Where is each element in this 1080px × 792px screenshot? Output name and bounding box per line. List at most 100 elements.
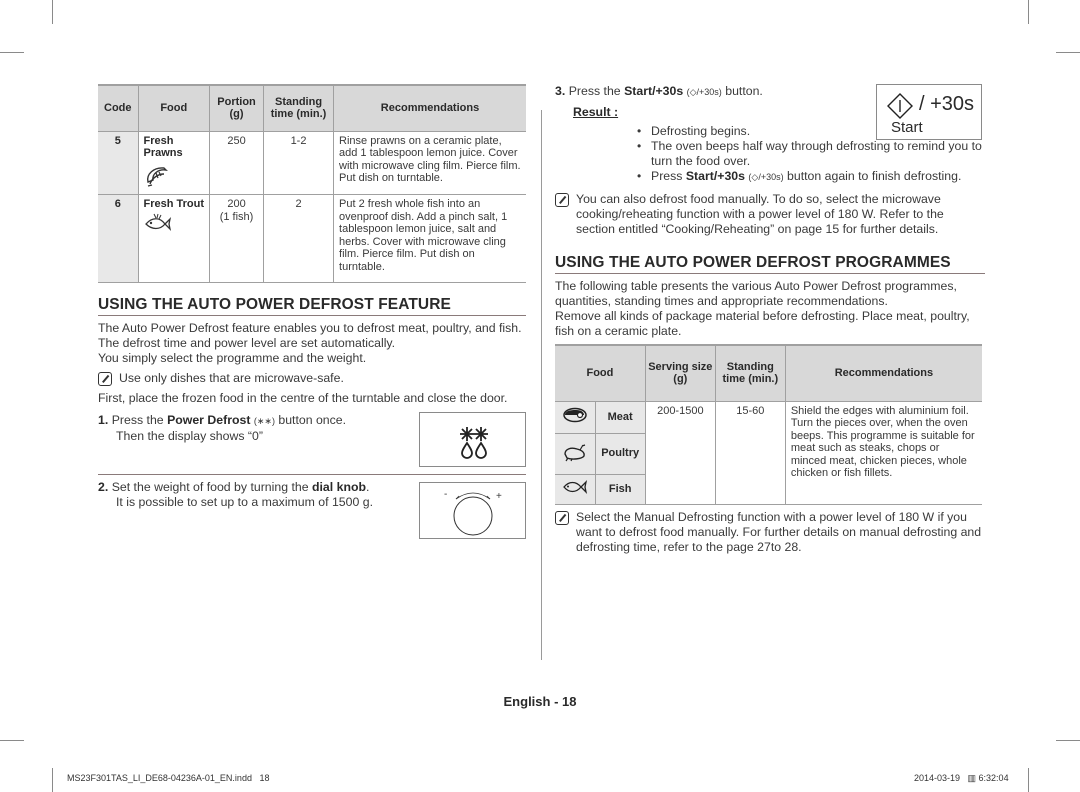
- power-defrost-icon: [460, 427, 488, 459]
- power-defrost-button-figure: [419, 412, 526, 467]
- dial-knob-icon: [453, 492, 493, 536]
- file-name: MS23F301TAS_LI_DE68-04236A-01_EN.indd 18: [67, 773, 270, 783]
- step-number: 2.: [98, 480, 109, 494]
- header-food: Food: [137, 85, 211, 131]
- feature-intro: The Auto Power Defrost feature enables y…: [98, 321, 522, 350]
- start-icon: (◇/+30s): [748, 172, 784, 182]
- poultry-icon: [564, 444, 585, 462]
- portion-cell: 200 (1 fish): [209, 194, 265, 283]
- food-name: Fresh Trout: [143, 198, 205, 210]
- power-defrost-label: Power Defrost: [167, 413, 251, 427]
- power-defrost-icon: (∗∗): [253, 416, 275, 426]
- recommendation-cell: Rinse prawns on a ceramic plate, add 1 t…: [333, 131, 526, 195]
- start-label: Start/+30s: [685, 169, 745, 183]
- food-name: Fresh Prawns: [143, 134, 183, 160]
- result-text: Press: [651, 169, 686, 183]
- portion-note: (1 fish): [219, 210, 254, 223]
- start-button-figure: / +30s Start: [876, 84, 982, 140]
- feature-intro-2: You simply select the programme and the …: [98, 351, 367, 365]
- dial-knob-label: dial knob: [312, 480, 366, 494]
- fish-icon: [144, 213, 171, 231]
- first-instruction: First, place the frozen food in the cent…: [98, 391, 508, 405]
- table-row: 6 Fresh Trout 200 (1 fish) 2 Put 2 fresh…: [98, 194, 526, 283]
- portion-value: 200: [227, 198, 246, 210]
- column-divider: [541, 110, 542, 660]
- prawn-icon: [146, 166, 168, 187]
- start-icon: (◇/+30s): [686, 87, 722, 97]
- standing-time-cell: 15-60: [714, 401, 786, 504]
- serving-size-cell: 200-1500: [644, 401, 716, 504]
- note-manual-defrost: You can also defrost food manually. To d…: [555, 192, 985, 237]
- step-text-line2: It is possible to set up to a maximum of…: [116, 495, 373, 509]
- standing-cell: 2: [263, 194, 335, 283]
- crop-mark: [1028, 768, 1029, 792]
- step-text: Press the: [111, 413, 168, 427]
- header-standing-time: Standing time (min.): [714, 345, 786, 401]
- note-text: You can also defrost food manually. To d…: [576, 192, 944, 236]
- section-title-feature: USING THE AUTO POWER DEFROST FEATURE: [98, 296, 526, 316]
- food-name: Poultry: [594, 433, 646, 475]
- code-cell: 5: [98, 131, 139, 195]
- dial-minus-label: -: [444, 489, 448, 500]
- code-cell: 6: [98, 194, 139, 283]
- start-text: Start: [891, 119, 923, 136]
- fish-icon: [562, 480, 587, 495]
- note-manual-defrosting: Select the Manual Defrosting function wi…: [555, 510, 985, 555]
- food-name: Fish: [594, 474, 646, 505]
- left-table-container: Code Food Portion (g) Standing time (min…: [98, 84, 526, 283]
- table-row: Meat 200-1500 15-60 Shield the edges wit…: [555, 401, 982, 504]
- result-text: Defrosting begins.: [651, 124, 751, 138]
- header-portion: Portion (g): [209, 85, 265, 131]
- recommendation-cell: Shield the edges with aluminium foil. Tu…: [784, 401, 982, 504]
- portion-cell: 250: [209, 131, 265, 195]
- step-text: Press the: [568, 84, 625, 98]
- food-cell: Fresh Prawns: [137, 131, 211, 195]
- note-text: Select the Manual Defrosting function wi…: [576, 510, 982, 554]
- step-1: 1. Press the Power Defrost (∗∗) button o…: [98, 413, 398, 444]
- result-item: • Press Start/+30s (◇/+30s) button again…: [637, 169, 992, 185]
- result-label: Result :: [573, 105, 619, 119]
- programmes-intro: The following table presents the various…: [555, 279, 957, 308]
- step-text: button once.: [274, 413, 347, 427]
- section-title-programmes: USING THE AUTO POWER DEFROST PROGRAMMES: [555, 254, 985, 274]
- step-text: Set the weight of food by turning the: [111, 480, 312, 494]
- result-item: • The oven beeps half way through defros…: [637, 139, 992, 169]
- food-cell: Fresh Trout: [137, 194, 211, 283]
- step-number: 3.: [555, 84, 566, 98]
- dial-knob-figure: - +: [419, 482, 526, 539]
- crop-mark: [52, 0, 53, 24]
- header-serving-size: Serving size (g): [644, 345, 716, 401]
- programmes-table: Food Serving size (g) Standing time (min…: [555, 344, 982, 505]
- step-2: 2. Set the weight of food by turning the…: [98, 480, 408, 510]
- result-text: The oven beeps half way through defrosti…: [651, 139, 982, 168]
- step-number: 1.: [98, 413, 109, 427]
- note-microwave-safe: Use only dishes that are microwave-safe.: [98, 371, 526, 386]
- bullet: •: [637, 139, 642, 153]
- step-text: .: [365, 480, 370, 494]
- crop-mark: [1056, 52, 1080, 53]
- food-name: Meat: [594, 401, 646, 434]
- step-text-line2: Then the display shows “0”: [116, 429, 263, 443]
- note-text: Use only dishes that are microwave-safe.: [119, 371, 344, 385]
- dial-plus-label: +: [496, 491, 502, 502]
- icon-cell: [555, 401, 596, 434]
- start-icon: [887, 93, 913, 119]
- note-icon: [98, 372, 112, 386]
- page-number: English - 18: [503, 694, 577, 709]
- header-food: Food: [555, 345, 646, 401]
- result-text: button again to finish defrosting.: [787, 169, 962, 183]
- programmes-intro-2: Remove all kinds of package material bef…: [555, 309, 970, 338]
- crop-mark: [0, 52, 24, 53]
- crop-mark: [52, 768, 53, 792]
- header-standing-time: Standing time (min.): [263, 85, 335, 131]
- crop-mark: [1056, 740, 1080, 741]
- step-text: button.: [721, 84, 763, 98]
- timestamp: 2014-03-19 ▥ 6:32:04: [914, 773, 1009, 783]
- header-code: Code: [98, 85, 139, 131]
- icon-cell: [555, 474, 596, 505]
- start-label: Start/+30s: [624, 84, 684, 98]
- table-row: 5 Fresh Prawns 250 1-2 Rinse prawns on a…: [98, 131, 526, 195]
- meat-icon: [563, 408, 587, 423]
- standing-cell: 1-2: [263, 131, 335, 195]
- bullet: •: [637, 124, 642, 138]
